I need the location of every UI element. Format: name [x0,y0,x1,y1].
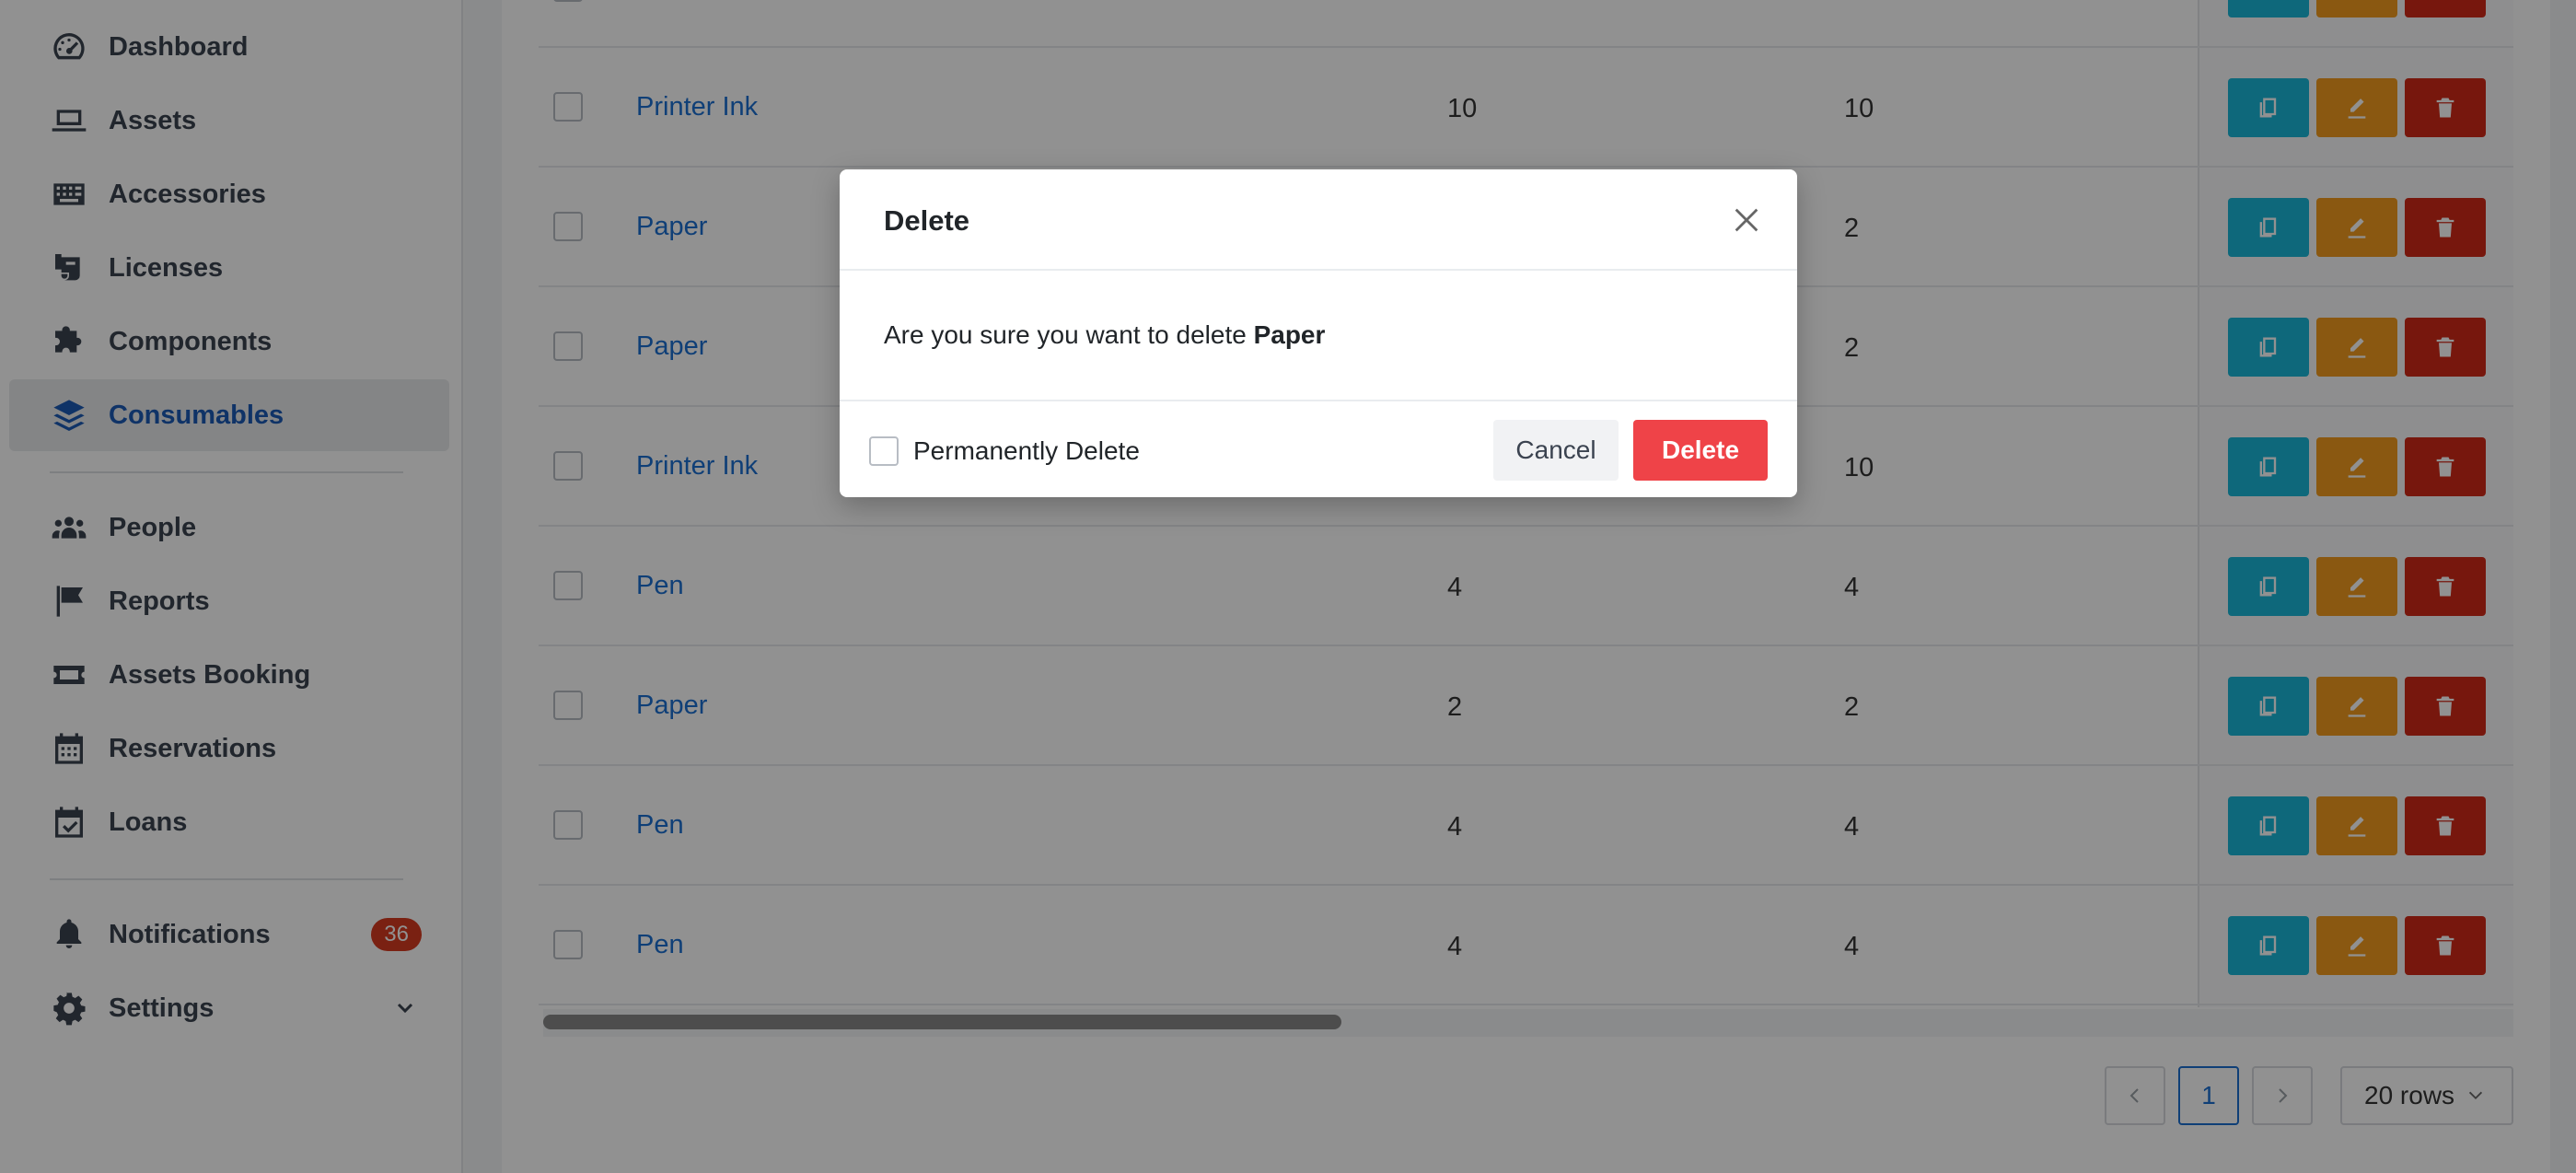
close-icon[interactable] [1731,204,1762,236]
permanently-delete-label[interactable]: Permanently Delete [913,436,1140,466]
modal-body: Are you sure you want to delete Paper [884,320,1325,350]
modal-footer: Permanently Delete Cancel Delete [840,400,1797,497]
permanently-delete-checkbox[interactable] [869,436,899,466]
cancel-button[interactable]: Cancel [1493,420,1619,481]
delete-target-name: Paper [1253,320,1326,349]
delete-confirm-message: Are you sure you want to delete [884,320,1254,349]
modal-header: Delete [840,169,1797,271]
delete-modal: Delete Are you sure you want to delete P… [840,169,1797,497]
delete-button[interactable]: Delete [1633,420,1768,481]
modal-title: Delete [884,204,970,237]
